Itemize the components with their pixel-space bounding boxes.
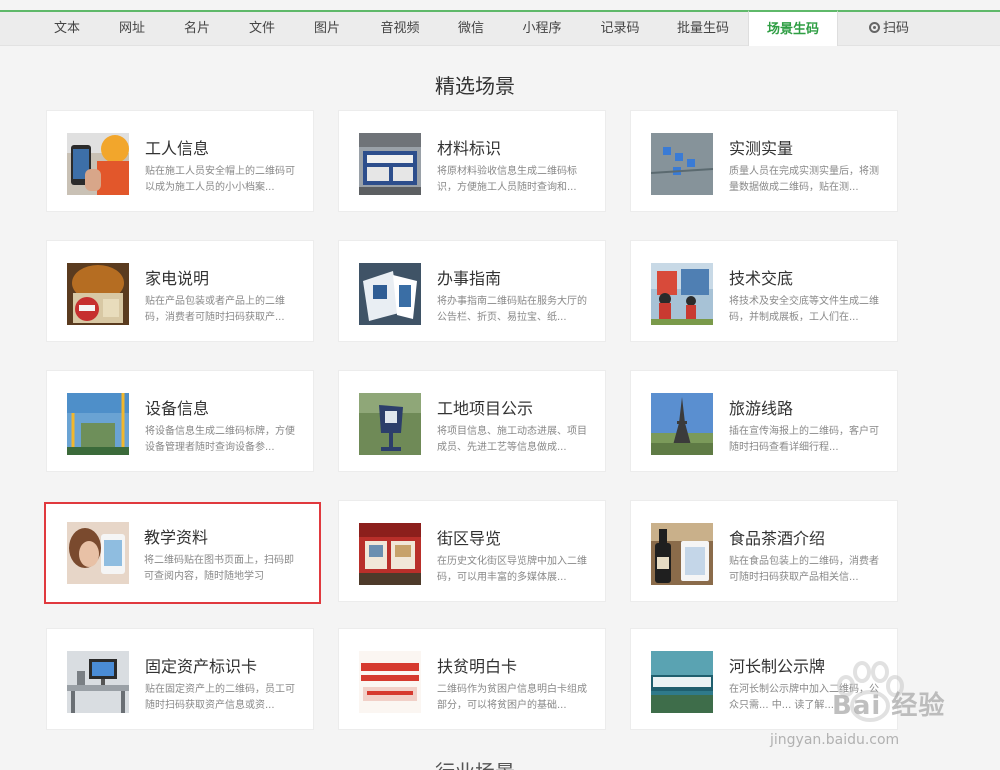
tab-scan-label: 扫码 [882, 21, 909, 36]
tab-url[interactable]: 网址 [105, 12, 159, 46]
card-desc: 将设备信息生成二维码标牌，方便设备管理者随时查询设备参... [145, 426, 295, 453]
tab-card[interactable]: 名片 [170, 12, 224, 46]
tab-file[interactable]: 文件 [235, 12, 289, 46]
scene-card-poverty-card[interactable]: 扶贫明白卡 二维码作为贫困户信息明白卡组成部分，可以将贫困户的基础... [338, 628, 606, 730]
scene-card-street-guide[interactable]: 街区导览 在历史文化街区导览牌中加入二维码，可以用丰富的多媒体展... [338, 500, 606, 602]
section-title: 精选场景 [435, 74, 515, 98]
equipment-thumbnail [67, 393, 129, 455]
card-desc: 二维码作为贫困户信息明白卡组成部分，可以将贫困户的基础... [437, 684, 587, 711]
card-title: 教学资料 [144, 528, 209, 547]
card-title: 办事指南 [437, 269, 502, 288]
tab-wechat[interactable]: 微信 [444, 12, 498, 46]
wine-bottle-thumbnail [651, 523, 713, 585]
card-title: 家电说明 [145, 269, 210, 288]
card-title: 扶贫明白卡 [437, 657, 518, 676]
scene-card-service-guide[interactable]: 办事指南 将办事指南二维码贴在服务大厅的公告栏、折页、易拉宝、纸... [338, 240, 606, 342]
worker-photo-thumbnail [67, 133, 129, 195]
measurement-thumbnail [651, 133, 713, 195]
scene-nav-bar: 文本 网址 名片 文件 图片 音视频 微信 小程序 记录码 批量生码 场景生码 … [0, 10, 1000, 46]
card-desc: 将二维码贴在图书页面上，扫码即可查阅内容，随时随地学习 [144, 555, 294, 582]
office-desk-thumbnail [67, 651, 129, 713]
card-title: 工地项目公示 [437, 399, 534, 418]
scene-card-site-project[interactable]: 工地项目公示 将项目信息、施工动态进展、项目成员、先进工艺等信息做成... [338, 370, 606, 472]
card-desc: 贴在固定资产上的二维码，员工可随时扫码获取资产信息或资... [145, 684, 295, 711]
scene-card-travel-route[interactable]: 旅游线路 插在宣传海报上的二维码，客户可随时扫码查看详细行程... [630, 370, 898, 472]
scene-card-teaching-material[interactable]: 教学资料 将二维码贴在图书页面上，扫码即可查阅内容，随时随地学习 [44, 502, 321, 604]
card-title: 旅游线路 [729, 399, 794, 418]
card-desc: 将项目信息、施工动态进展、项目成员、先进工艺等信息做成... [437, 426, 587, 453]
card-title: 街区导览 [437, 529, 502, 548]
tab-text[interactable]: 文本 [40, 12, 94, 46]
card-desc: 贴在食品包装上的二维码，消费者可随时扫码获取产品相关信... [729, 556, 879, 583]
technical-briefing-thumbnail [651, 263, 713, 325]
card-desc: 将原材料验收信息生成二维码标识，方便施工人员随时查询和... [437, 166, 577, 193]
river-chief-thumbnail [651, 651, 713, 713]
scene-card-equipment-info[interactable]: 设备信息 将设备信息生成二维码标牌，方便设备管理者随时查询设备参... [46, 370, 314, 472]
baidu-jingyan-watermark: Bai 经验 jingyan.baidu.com [770, 650, 1000, 760]
scene-card-technical-briefing[interactable]: 技术交底 将技术及安全交底等文件生成二维码，并制成展板，工人们在... [630, 240, 898, 342]
card-desc: 将技术及安全交底等文件生成二维码，并制成展板，工人们在... [729, 296, 879, 323]
service-guide-thumbnail [359, 263, 421, 325]
card-title: 设备信息 [145, 399, 210, 418]
scene-card-fixed-asset[interactable]: 固定资产标识卡 贴在固定资产上的二维码，员工可随时扫码获取资产信息或资... [46, 628, 314, 730]
card-desc: 将办事指南二维码贴在服务大厅的公告栏、折页、易拉宝、纸... [437, 296, 587, 323]
tab-record-code[interactable]: 记录码 [590, 12, 650, 46]
card-desc: 插在宣传海报上的二维码，客户可随时扫码查看详细行程... [729, 426, 879, 453]
tab-audio-video[interactable]: 音视频 [370, 12, 430, 46]
scene-card-material-label[interactable]: 材料标识 将原材料验收信息生成二维码标识，方便施工人员随时查询和... [338, 110, 606, 212]
tab-batch-generate[interactable]: 批量生码 [668, 12, 738, 46]
tab-scan[interactable]: 扫码 [858, 12, 920, 46]
site-project-thumbnail [359, 393, 421, 455]
top-strip [0, 0, 1000, 10]
scene-card-food-tea-wine[interactable]: 食品茶酒介绍 贴在食品包装上的二维码，消费者可随时扫码获取产品相关信... [630, 500, 898, 602]
scene-card-appliance-guide[interactable]: 家电说明 贴在产品包装或者产品上的二维码，消费者可随时扫码获取产... [46, 240, 314, 342]
camera-scan-icon [868, 22, 880, 33]
appliance-thumbnail [67, 263, 129, 325]
card-title: 固定资产标识卡 [145, 657, 258, 676]
material-label-thumbnail [359, 133, 421, 195]
card-desc: 在历史文化街区导览牌中加入二维码，可以用丰富的多媒体展... [437, 556, 587, 583]
eiffel-tower-thumbnail [651, 393, 713, 455]
poverty-card-thumbnail [359, 651, 421, 713]
card-desc: 质量人员在完成实测实量后，将测量数据做成二维码，贴在测... [729, 166, 879, 193]
tab-image[interactable]: 图片 [300, 12, 354, 46]
card-title: 工人信息 [145, 139, 210, 158]
card-title: 材料标识 [437, 139, 502, 158]
scene-card-measurement[interactable]: 实测实量 质量人员在完成实测实量后，将测量数据做成二维码，贴在测... [630, 110, 898, 212]
card-desc: 贴在施工人员安全帽上的二维码可以成为施工人员的小小档案... [145, 166, 295, 193]
tab-mini-program[interactable]: 小程序 [510, 12, 574, 46]
scene-card-worker-info[interactable]: 工人信息 贴在施工人员安全帽上的二维码可以成为施工人员的小小档案... [46, 110, 314, 212]
watermark-text: Bai 经验 [832, 691, 946, 721]
card-desc: 贴在产品包装或者产品上的二维码，消费者可随时扫码获取产... [145, 296, 285, 323]
watermark-url: jingyan.baidu.com [770, 732, 900, 748]
card-title: 实测实量 [729, 139, 794, 158]
street-guide-thumbnail [359, 523, 421, 585]
card-title: 食品茶酒介绍 [729, 529, 826, 548]
card-title: 技术交底 [729, 269, 794, 288]
tab-scene-generate[interactable]: 场景生码 [748, 10, 838, 46]
teaching-material-thumbnail [67, 522, 129, 584]
